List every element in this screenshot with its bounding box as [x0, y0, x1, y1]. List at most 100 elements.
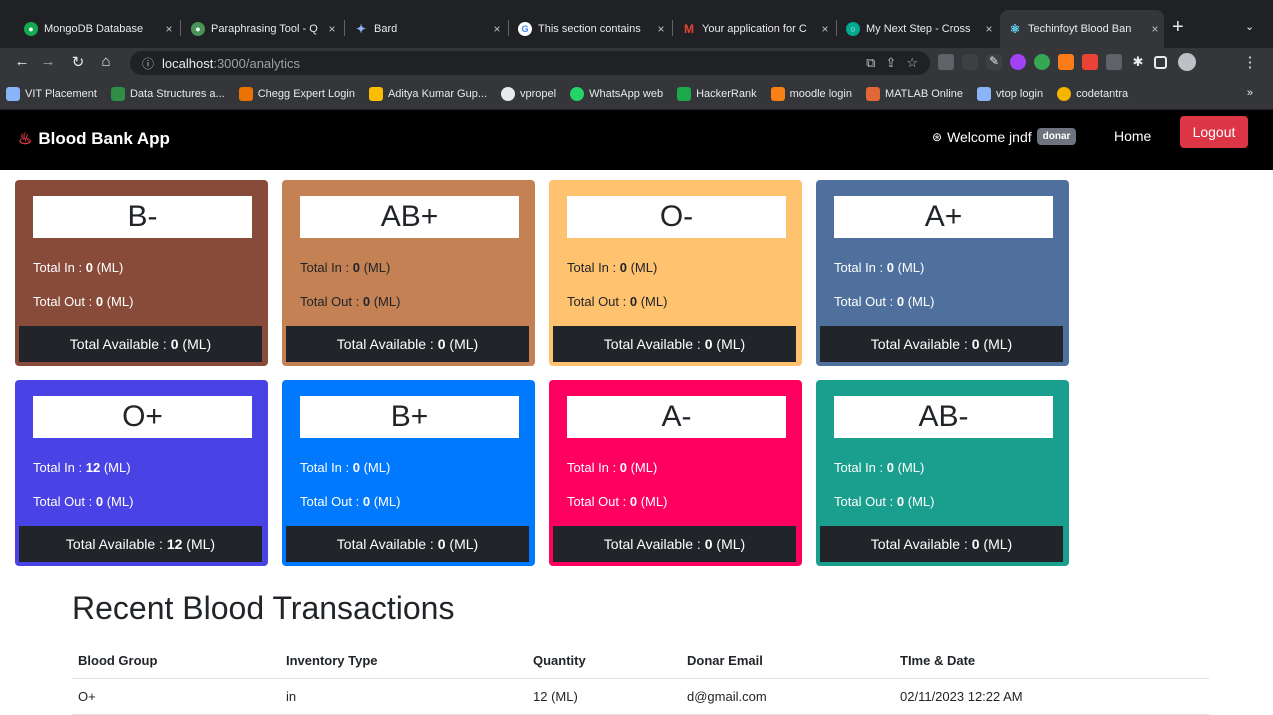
bookmark-item[interactable]: Chegg Expert Login	[238, 86, 355, 101]
total-out-stat: Total Out : 0 (ML)	[300, 494, 400, 509]
stat-value: 0	[619, 260, 627, 275]
stat-label: Total In :	[33, 260, 86, 275]
close-icon[interactable]: ×	[980, 22, 998, 36]
close-icon[interactable]: ×	[652, 22, 670, 36]
total-out-stat: Total Out : 0 (ML)	[33, 294, 133, 309]
blood-group-card: O- Total In : 0 (ML) Total Out : 0 (ML) Tot…	[549, 180, 802, 366]
home-link[interactable]: Home	[1114, 128, 1151, 144]
browser-tab-google[interactable]: G This section contains ×	[510, 14, 670, 44]
stat-value: 0	[886, 460, 894, 475]
brand[interactable]: ♨ Blood Bank App	[18, 129, 170, 149]
bookmark-item[interactable]: VIT Placement	[6, 86, 97, 101]
browser-tab-bloodbank[interactable]: ⚛ Techinfoyt Blood Ban ×	[1000, 10, 1164, 48]
blood-group-card: B+ Total In : 0 (ML) Total Out : 0 (ML) Tot…	[282, 380, 535, 566]
bookmark-item[interactable]: WhatsApp web	[570, 86, 663, 101]
stat-label: Total In :	[834, 460, 887, 475]
stat-label: Total Out :	[33, 494, 96, 509]
blood-group-label: B-	[33, 196, 252, 238]
app-navbar: ♨ Blood Bank App ⊛ Welcome jndf donar Ho…	[0, 110, 1273, 170]
close-icon[interactable]: ×	[323, 22, 341, 36]
puzzle-icon[interactable]: ✱	[1130, 54, 1146, 70]
avatar[interactable]	[1178, 53, 1196, 71]
whatsapp-icon	[570, 86, 585, 101]
total-available-bar: Total Available : 12 (ML)	[19, 526, 262, 562]
total-in-stat: Total In : 0 (ML)	[567, 460, 657, 475]
stat-value: 0	[971, 536, 980, 552]
stat-label: Total In :	[834, 260, 887, 275]
tab-title: Techinfoyt Blood Ban	[1028, 23, 1132, 35]
extension-icon[interactable]	[938, 54, 954, 70]
stat-unit: (ML)	[182, 536, 216, 552]
bookmark-item[interactable]: vpropel	[501, 86, 556, 101]
bookmark-star-icon[interactable]: ☆	[906, 55, 918, 71]
stat-unit: (ML)	[445, 336, 479, 352]
extension-icon[interactable]	[1082, 54, 1098, 70]
stat-unit: (ML)	[359, 260, 391, 275]
google-icon: G	[518, 22, 532, 36]
bookmarks-bar: VIT Placement Data Structures a... Chegg…	[0, 78, 1273, 110]
bookmark-item[interactable]: Data Structures a...	[110, 86, 225, 101]
install-app-icon[interactable]: ⧉	[866, 55, 875, 71]
address-bar[interactable]: ⓘ localhost:3000/analytics ⧉ ⇪ ☆	[130, 51, 930, 75]
total-in-stat: Total In : 0 (ML)	[300, 260, 390, 275]
browser-tab-gmail[interactable]: M Your application for C ×	[674, 14, 834, 44]
logout-button[interactable]: Logout	[1180, 116, 1248, 148]
role-badge: donar	[1036, 128, 1077, 145]
close-icon[interactable]: ×	[816, 22, 834, 36]
stat-value: 0	[619, 460, 627, 475]
total-out-stat: Total Out : 0 (ML)	[834, 294, 934, 309]
bookmark-item[interactable]: HackerRank	[677, 86, 757, 101]
browser-tab-bard[interactable]: ✦ Bard ×	[346, 14, 506, 44]
reload-icon[interactable]: ↻	[68, 53, 88, 71]
site-info-icon[interactable]: ⓘ	[142, 55, 154, 72]
tab-title: MongoDB Database	[44, 23, 144, 35]
brand-title: Blood Bank App	[38, 129, 170, 148]
extension-icon[interactable]	[1106, 54, 1122, 70]
total-available-bar: Total Available : 0 (ML)	[553, 326, 796, 362]
blood-group-label: A-	[567, 396, 786, 438]
bookmark-item[interactable]: Aditya Kumar Gup...	[368, 86, 487, 101]
stat-value: 0	[886, 260, 894, 275]
extension-icon[interactable]	[1058, 54, 1074, 70]
share-icon[interactable]: ⇪	[885, 55, 896, 71]
home-icon[interactable]: ⌂	[96, 53, 116, 70]
bookmark-item[interactable]: vtop login	[977, 86, 1043, 101]
close-icon[interactable]: ×	[488, 22, 506, 36]
bookmarks-overflow-icon[interactable]: »	[1247, 87, 1253, 99]
url-path: :3000/analytics	[213, 55, 301, 71]
stat-unit: (ML)	[637, 494, 668, 509]
tab-separator	[508, 20, 509, 36]
browser-tab-strip: ● MongoDB Database × ● Paraphrasing Tool…	[0, 0, 1273, 48]
extension-icon[interactable]	[1010, 54, 1026, 70]
stat-value: 0	[704, 336, 713, 352]
table-cell: 02/11/2023 12:22 AM	[894, 678, 1209, 715]
tab-search-icon[interactable]: ⌄	[1245, 20, 1254, 33]
new-tab-button[interactable]: +	[1172, 16, 1184, 39]
side-panel-icon[interactable]	[1154, 56, 1167, 69]
blood-group-card: AB- Total In : 0 (ML) Total Out : 0 (ML) To…	[816, 380, 1069, 566]
browser-tab-mynextstep[interactable]: ○ My Next Step - Cross ×	[838, 14, 998, 44]
browser-tab-paraphrasing[interactable]: ● Paraphrasing Tool - Q ×	[183, 14, 341, 44]
stat-label: Total In :	[567, 460, 620, 475]
bookmark-item[interactable]: codetantra	[1057, 86, 1128, 101]
extension-icon[interactable]	[962, 54, 978, 70]
tab-title: Paraphrasing Tool - Q	[211, 23, 318, 35]
bookmark-icon	[110, 86, 125, 101]
back-arrow-icon[interactable]: ←	[12, 53, 32, 70]
forward-arrow-icon[interactable]: →	[38, 53, 58, 70]
stat-value: 12	[166, 536, 183, 552]
mongodb-icon: ●	[24, 22, 38, 36]
pen-icon[interactable]: ✎	[986, 54, 1002, 70]
close-icon[interactable]: ×	[160, 22, 178, 36]
gmail-icon: M	[684, 22, 694, 36]
extension-icon[interactable]	[1034, 54, 1050, 70]
stat-unit: (ML)	[712, 336, 746, 352]
kebab-menu-icon[interactable]: ⋮	[1240, 53, 1260, 71]
bookmark-item[interactable]: MATLAB Online	[865, 86, 963, 101]
bookmark-item[interactable]: moodle login	[770, 86, 852, 101]
table-row: O+ in 12 (ML) d@gmail.com 02/11/2023 12:…	[72, 678, 1209, 715]
close-icon[interactable]: ×	[1146, 22, 1164, 36]
stat-label: Total Out :	[300, 294, 363, 309]
browser-tab-mongodb[interactable]: ● MongoDB Database ×	[16, 14, 178, 44]
blood-group-label: AB-	[834, 396, 1053, 438]
